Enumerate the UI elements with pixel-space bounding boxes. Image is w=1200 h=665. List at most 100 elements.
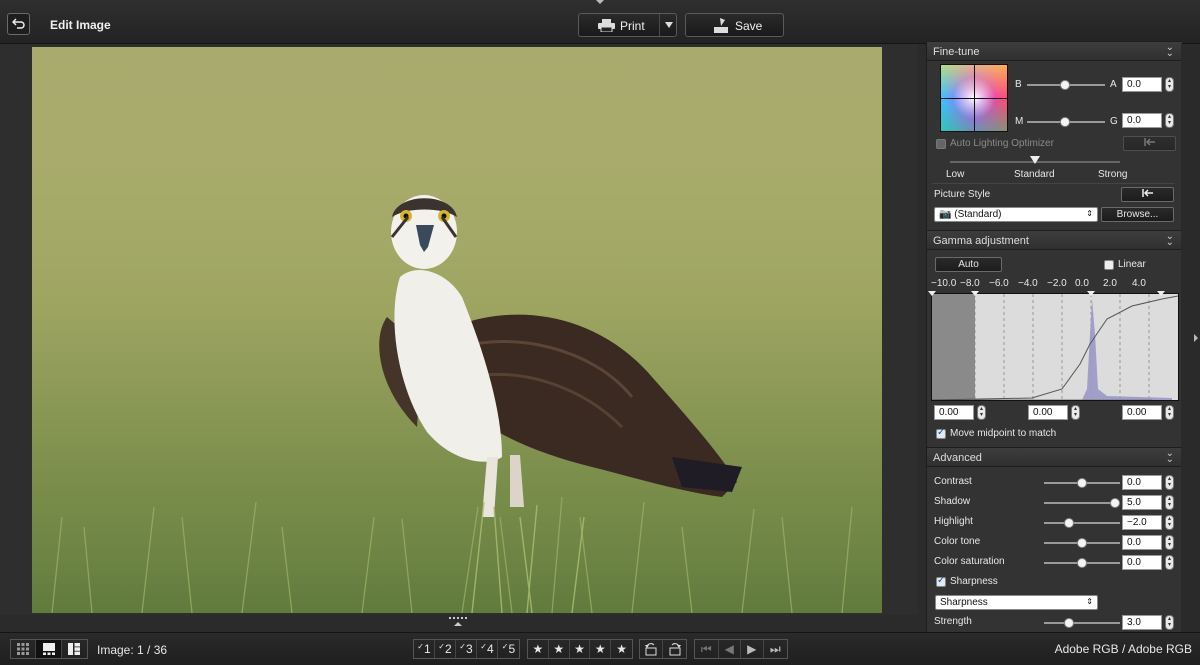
ba-value-input[interactable]: 0.0	[1122, 77, 1162, 92]
check-mark-number: 2	[445, 642, 452, 656]
advanced-row-slider-knob[interactable]	[1064, 518, 1074, 528]
ba-stepper[interactable]: ▴ ▾	[1165, 77, 1174, 92]
check-mark-button[interactable]: ✓ 3	[456, 640, 477, 658]
split-view-button[interactable]	[62, 640, 87, 658]
advanced-row-slider[interactable]	[1044, 498, 1120, 508]
advanced-row-stepper[interactable]: ▴ ▾	[1165, 495, 1174, 510]
fine-tune-header[interactable]: Fine-tune ⌄ ⌄	[927, 41, 1182, 61]
gamma-scale-tick: −4.0	[1018, 278, 1038, 289]
panel-resize-handle-icon[interactable]	[448, 617, 468, 627]
move-midpoint-checkbox[interactable]	[936, 427, 946, 439]
gamma-mid-input[interactable]: 0.00	[1028, 405, 1068, 420]
ba-slider-knob[interactable]	[1060, 80, 1070, 90]
image-viewer	[0, 44, 918, 615]
next-image-button[interactable]: ▶	[741, 640, 764, 658]
gamma-auto-button[interactable]: Auto	[935, 257, 1002, 272]
advanced-row-value-input[interactable]: −2.0	[1122, 515, 1162, 530]
tool-palette: Fine-tune ⌄ ⌄ B A 0.0 ▴ ▾ M G 0.0 ▴ ▾ Auto …	[926, 41, 1182, 632]
alo-level-slider[interactable]	[950, 156, 1120, 164]
checkmark-icon: ✓	[417, 641, 424, 651]
advanced-row-stepper[interactable]: ▴ ▾	[1165, 535, 1174, 550]
divider	[659, 14, 660, 36]
advanced-row-slider-knob[interactable]	[1077, 558, 1087, 568]
gamma-mid-stepper[interactable]: ▴ ▾	[1071, 405, 1080, 420]
advanced-row-slider[interactable]	[1044, 558, 1120, 568]
next-arrow-icon: ▶	[747, 642, 757, 656]
single-view-button[interactable]	[36, 640, 62, 658]
mg-stepper[interactable]: ▴ ▾	[1165, 113, 1174, 128]
picture-style-select[interactable]: 📷 (Standard) ⇕	[934, 207, 1098, 222]
advanced-title: Advanced	[933, 452, 982, 464]
advanced-row-value-input[interactable]: 0.0	[1122, 475, 1162, 490]
gamma-left-input[interactable]: 0.00	[934, 405, 974, 420]
gamma-marker-mid-icon[interactable]	[1087, 291, 1095, 296]
advanced-header[interactable]: Advanced ⌄ ⌄	[927, 447, 1182, 467]
check-mark-button[interactable]: ✓ 1	[414, 640, 435, 658]
back-button[interactable]	[7, 13, 30, 35]
picture-style-reset-button[interactable]	[1121, 187, 1174, 202]
advanced-row-stepper[interactable]: ▴ ▾	[1165, 475, 1174, 490]
rating-star-icon[interactable]: ★	[611, 640, 632, 658]
gamma-marker-icon[interactable]	[971, 291, 979, 296]
advanced-row-value-input[interactable]: 0.0	[1122, 535, 1162, 550]
gamma-left-stepper[interactable]: ▴ ▾	[977, 405, 986, 420]
strength-slider[interactable]	[1044, 618, 1120, 628]
strength-slider-knob[interactable]	[1064, 618, 1074, 628]
mg-slider[interactable]	[1027, 117, 1105, 127]
advanced-row-slider[interactable]	[1044, 518, 1120, 528]
rotate-left-button[interactable]	[640, 640, 664, 658]
select-arrows-icon: ⇕	[1086, 209, 1093, 218]
auto-lighting-optimizer-checkbox[interactable]	[936, 139, 946, 149]
advanced-row-stepper[interactable]: ▴ ▾	[1165, 555, 1174, 570]
sharpness-select[interactable]: Sharpness ⇕	[935, 595, 1098, 610]
advanced-row-slider-knob[interactable]	[1077, 538, 1087, 548]
previous-image-button[interactable]: ◀	[719, 640, 742, 658]
expand-arrow-icon[interactable]	[1194, 334, 1198, 342]
rating-star-icon[interactable]: ★	[590, 640, 612, 658]
save-button[interactable]: Save	[685, 13, 784, 37]
print-dropdown-icon[interactable]	[665, 22, 673, 28]
rating-star-icon[interactable]: ★	[528, 640, 549, 658]
gamma-marker-left-icon[interactable]	[928, 291, 936, 296]
advanced-row-slider-knob[interactable]	[1077, 478, 1087, 488]
print-button[interactable]: Print	[578, 13, 677, 37]
collapse-chevron-icon[interactable]: ⌄ ⌄	[1166, 43, 1174, 59]
g-label: G	[1110, 116, 1118, 127]
advanced-row-value-input[interactable]: 0.0	[1122, 555, 1162, 570]
collapse-chevron-icon[interactable]: ⌄ ⌄	[1166, 449, 1174, 465]
alo-reset-button[interactable]	[1123, 136, 1176, 151]
linear-checkbox[interactable]	[1104, 260, 1114, 270]
gamma-scale-tick: −8.0	[960, 278, 980, 289]
rating-star-icon[interactable]: ★	[549, 640, 570, 658]
gamma-adjustment-header[interactable]: Gamma adjustment ⌄ ⌄	[927, 230, 1182, 250]
mg-slider-knob[interactable]	[1060, 117, 1070, 127]
browse-button[interactable]: Browse...	[1101, 207, 1174, 222]
ba-slider[interactable]	[1027, 80, 1105, 90]
check-mark-button[interactable]: ✓ 4	[477, 640, 498, 658]
advanced-row-value-input[interactable]: 5.0	[1122, 495, 1162, 510]
color-wheel[interactable]	[940, 64, 1008, 132]
advanced-row-slider-knob[interactable]	[1110, 498, 1120, 508]
check-mark-button[interactable]: ✓ 2	[435, 640, 456, 658]
last-image-button[interactable]: ⏭	[764, 640, 787, 658]
sharpness-checkbox[interactable]	[936, 575, 946, 587]
grid-view-button[interactable]	[11, 640, 37, 658]
collapse-chevron-icon[interactable]: ⌄ ⌄	[1166, 232, 1174, 248]
advanced-row-stepper[interactable]: ▴ ▾	[1165, 515, 1174, 530]
advanced-row-slider[interactable]	[1044, 538, 1120, 548]
gamma-histogram[interactable]	[928, 291, 1179, 401]
advanced-row-slider[interactable]	[1044, 478, 1120, 488]
rotate-right-button[interactable]	[663, 640, 686, 658]
check-mark-button[interactable]: ✓ 5	[498, 640, 519, 658]
strength-stepper[interactable]: ▴ ▾	[1165, 615, 1174, 630]
edited-photo[interactable]	[32, 47, 882, 613]
gamma-right-stepper[interactable]: ▴ ▾	[1165, 405, 1174, 420]
rating-star-icon[interactable]: ★	[570, 640, 591, 658]
strength-input[interactable]: 3.0	[1122, 615, 1162, 630]
gamma-adjustment-title: Gamma adjustment	[933, 235, 1029, 247]
mg-value-input[interactable]: 0.0	[1122, 113, 1162, 128]
gamma-right-input[interactable]: 0.00	[1122, 405, 1162, 420]
first-image-button[interactable]: ⏮	[695, 640, 719, 658]
gamma-marker-right-icon[interactable]	[1157, 291, 1165, 296]
alo-level-pointer[interactable]	[1030, 156, 1040, 164]
